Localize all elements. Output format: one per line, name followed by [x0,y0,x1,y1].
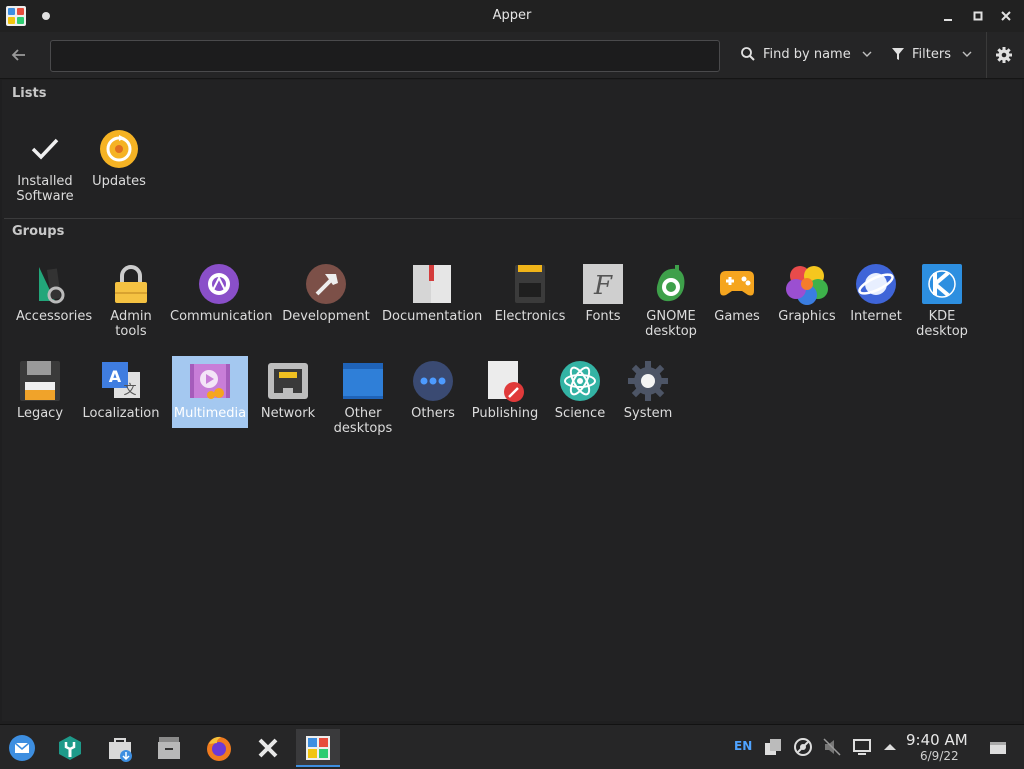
lists-panel: Lists Installed Software Updates [2,80,1022,218]
gear-icon[interactable] [994,45,1014,65]
book-icon [413,265,451,303]
chevron-down-icon [862,51,872,57]
toolbar: Find by name Filters [0,32,1024,79]
list-item-updates[interactable]: Updates [88,128,150,189]
group-kde-desktop[interactable]: KDE desktop [914,263,970,339]
group-electronics[interactable]: Electronics [492,263,568,324]
group-science[interactable]: Science [550,360,610,421]
communication-icon [199,264,239,304]
group-multimedia[interactable]: Multimedia [172,356,248,428]
clock-time[interactable]: 9:40 AM [906,731,968,749]
software-store-icon [109,738,132,762]
clipboard-icon[interactable] [763,737,783,757]
taskbar-mail[interactable] [0,729,44,767]
group-documentation[interactable]: Documentation [382,263,482,324]
file-archive-icon [158,737,180,759]
group-fonts[interactable]: F Fonts [578,263,628,324]
updates-tray-icon[interactable] [793,737,813,757]
filters-dropdown[interactable]: Filters [891,42,973,66]
taskbar-file-archive[interactable] [147,729,191,767]
chevron-up-icon[interactable] [880,737,900,757]
system-gear-icon [628,361,668,401]
lists-heading: Lists [12,86,47,101]
search-input[interactable] [50,40,720,72]
gnome-icon [656,265,685,302]
kde-icon [922,264,962,304]
window-title: Apper [492,8,532,23]
group-internet[interactable]: Internet [848,263,904,324]
atom-icon [560,361,600,401]
clock-date[interactable]: 6/9/22 [920,749,959,763]
multimedia-icon [190,364,230,399]
filter-icon [892,48,904,60]
group-gnome-desktop[interactable]: GNOME desktop [638,263,704,339]
settings-wrench-icon [59,736,81,760]
apper-icon [306,736,330,760]
taskbar-software-store[interactable] [98,729,142,767]
taskbar-firefox[interactable] [197,729,241,767]
volume-muted-icon[interactable] [822,737,842,757]
group-admin-tools[interactable]: Admin tools [103,263,159,339]
group-publishing[interactable]: Publishing [470,360,540,421]
network-port-icon [268,363,308,399]
back-arrow-icon[interactable] [8,44,30,66]
keyboard-layout-indicator[interactable]: EN [734,739,752,753]
svg-text:文: 文 [123,383,136,398]
fonts-icon: F [583,264,623,304]
group-legacy[interactable]: Legacy [12,360,68,421]
taskbar: EN 9:40 AM 6/9/22 [0,724,1024,769]
mail-icon [9,735,35,761]
publishing-icon [488,361,524,402]
group-development[interactable]: Development [282,263,370,324]
search-icon [741,47,755,61]
updates-icon [100,130,138,168]
groups-panel: Groups Accessories Admin tools Communica… [2,219,1022,721]
display-icon[interactable] [852,737,872,757]
group-system[interactable]: System [620,360,676,421]
svg-text:A: A [109,367,122,386]
monitor-icon [343,363,383,399]
group-accessories[interactable]: Accessories [16,263,92,324]
graphics-icon [786,266,828,305]
lock-icon [115,265,147,303]
internet-icon [856,264,896,304]
groups-heading: Groups [12,224,65,239]
gamepad-icon [720,271,754,296]
filters-label: Filters [912,46,951,62]
checkmark-icon [31,138,59,160]
taskbar-settings[interactable] [48,729,92,767]
group-other-desktops[interactable]: Other desktops [328,360,398,436]
group-graphics[interactable]: Graphics [776,263,838,324]
translate-icon: A文 [102,362,140,398]
firefox-icon [207,736,231,761]
toolbar-separator [986,32,987,78]
close-icon[interactable] [998,8,1014,24]
group-games[interactable]: Games [712,263,762,324]
title-bar: Apper [0,0,1024,32]
chevron-down-icon [962,51,972,57]
find-by-name-label: Find by name [763,46,851,62]
list-item-installed-software[interactable]: Installed Software [10,128,80,204]
minimize-icon[interactable] [940,8,956,24]
memory-card-icon [515,265,545,303]
floppy-icon [20,361,60,401]
accessories-icon [39,267,65,304]
group-others[interactable]: Others [406,360,460,421]
system-tools-icon [258,738,278,758]
show-desktop-icon[interactable] [988,737,1008,757]
more-icon [413,361,453,401]
taskbar-apper[interactable] [296,729,340,767]
group-localization[interactable]: A文 Localization [80,360,162,421]
svg-text:F: F [593,271,613,301]
maximize-icon[interactable] [970,8,986,24]
group-communication[interactable]: Communication [170,263,272,324]
hammer-icon [306,264,346,304]
taskbar-system-tools[interactable] [246,729,290,767]
find-by-name-dropdown[interactable]: Find by name [740,42,873,66]
group-network[interactable]: Network [258,360,318,421]
